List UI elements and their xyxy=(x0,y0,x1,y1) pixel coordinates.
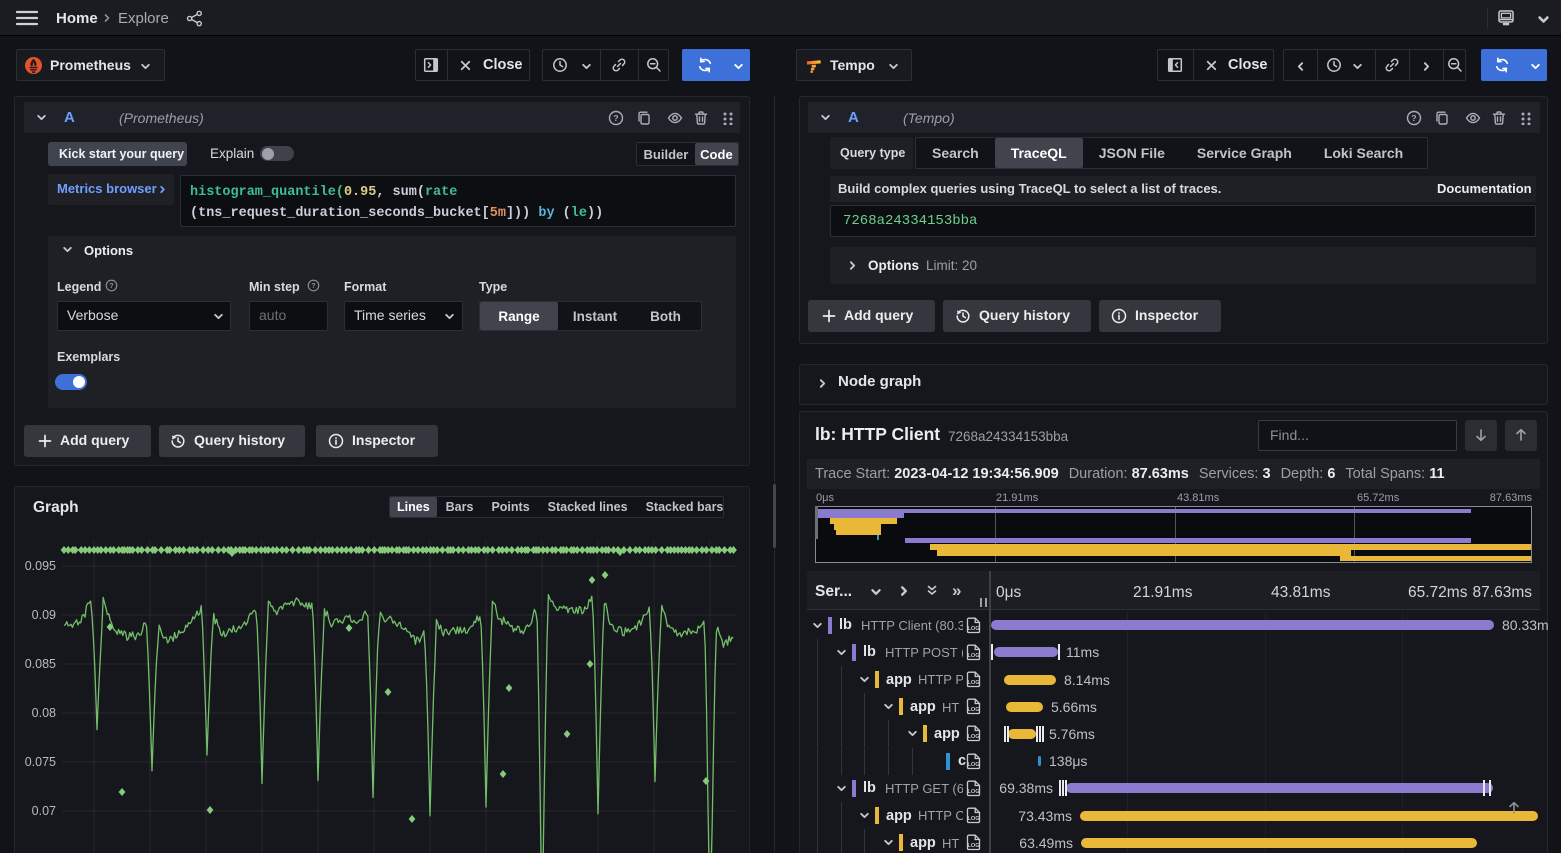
svg-text:LOG: LOG xyxy=(967,680,979,686)
svg-text:LOG: LOG xyxy=(967,843,979,849)
svg-text:?: ? xyxy=(311,283,315,290)
svg-text:?: ? xyxy=(109,283,113,290)
svg-text:LOG: LOG xyxy=(967,734,979,740)
svg-text:LOG: LOG xyxy=(967,816,979,822)
svg-text:?: ? xyxy=(613,113,618,123)
svg-text:LOG: LOG xyxy=(967,789,979,795)
svg-text:LOG: LOG xyxy=(967,626,979,632)
svg-text:LOG: LOG xyxy=(967,707,979,713)
svg-text:LOG: LOG xyxy=(967,653,979,659)
svg-text:?: ? xyxy=(1411,113,1416,123)
svg-text:LOG: LOG xyxy=(967,762,979,768)
